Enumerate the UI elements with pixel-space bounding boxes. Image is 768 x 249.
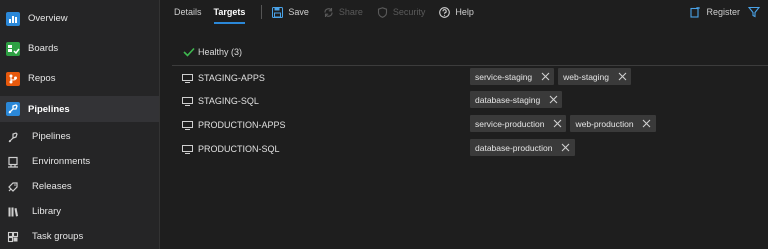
machine-icon (182, 120, 193, 130)
target-name-label: PRODUCTION-SQL (198, 144, 280, 154)
close-icon[interactable] (561, 143, 571, 153)
sidebar-item-library[interactable]: Library (0, 199, 159, 224)
tag-list: service-staging web-staging (470, 68, 635, 85)
target-name: PRODUCTION-SQL (182, 137, 280, 161)
sidebar: Overview Boards Repos Pipelines Pipeline… (0, 0, 160, 249)
tag: web-production (570, 115, 656, 132)
save-button[interactable]: Save (272, 6, 309, 18)
tag-list: database-staging (470, 91, 566, 108)
sidebar-item-label: Task groups (32, 231, 84, 242)
sidebar-item-releases[interactable]: Releases (0, 174, 159, 199)
table-row[interactable]: STAGING-SQL database-staging (172, 89, 768, 113)
table-row[interactable]: PRODUCTION-APPS service-production web-p… (172, 113, 768, 137)
toolbar: Details Targets Save Share Security Help… (160, 0, 768, 24)
close-icon[interactable] (548, 95, 558, 105)
target-name: STAGING-SQL (182, 89, 259, 113)
tag-list: service-production web-production (470, 115, 660, 132)
save-label: Save (288, 7, 309, 17)
filter-icon[interactable] (748, 6, 760, 18)
releases-icon (7, 181, 19, 193)
group-label: Healthy (3) (198, 47, 243, 57)
tab-targets[interactable]: Targets (213, 0, 245, 24)
sidebar-item-label: Pipelines (28, 103, 70, 115)
toolbar-right: Register (690, 0, 760, 24)
machine-icon (182, 96, 193, 106)
sidebar-item-pipelines[interactable]: Pipelines (0, 96, 159, 122)
share-label: Share (338, 7, 363, 17)
sidebar-item-label: Overview (28, 13, 68, 24)
tag-label: service-production (475, 118, 545, 129)
tag-label: database-staging (475, 94, 541, 105)
sidebar-item-boards[interactable]: Boards (0, 36, 159, 61)
pipelines-sub-icon (7, 131, 19, 143)
security-button[interactable]: Security (377, 6, 426, 18)
sidebar-item-label: Releases (32, 181, 72, 192)
close-icon[interactable] (552, 119, 562, 129)
tag-label: web-production (575, 118, 634, 129)
register-icon (690, 6, 701, 18)
register-button[interactable]: Register (690, 6, 740, 18)
target-name-label: STAGING-APPS (198, 73, 265, 83)
tag-label: web-staging (563, 71, 610, 82)
tag-list: database-production (470, 139, 579, 156)
check-icon (183, 47, 195, 57)
shield-icon (377, 6, 388, 18)
environments-icon (7, 156, 19, 168)
sidebar-item-label: Environments (32, 156, 91, 167)
sidebar-item-label: Repos (28, 73, 56, 84)
sidebar-item-label: Library (32, 206, 62, 217)
tag-label: service-staging (475, 71, 533, 82)
tag: web-staging (558, 68, 632, 85)
machine-icon (182, 73, 193, 83)
boards-icon (5, 41, 21, 57)
group-header-healthy[interactable]: Healthy (3) (183, 47, 242, 57)
table-row[interactable]: PRODUCTION-SQL database-production (172, 137, 768, 161)
tag: database-production (470, 139, 575, 156)
pipelines-icon (5, 101, 21, 117)
table-row[interactable]: STAGING-APPS service-staging web-staging (172, 66, 768, 90)
target-name: STAGING-APPS (182, 66, 265, 90)
sidebar-item-overview[interactable]: Overview (0, 6, 159, 31)
tab-details[interactable]: Details (174, 0, 202, 24)
target-name-label: STAGING-SQL (198, 96, 259, 106)
help-button[interactable]: Help (439, 6, 474, 18)
save-icon (272, 6, 284, 18)
close-icon[interactable] (642, 119, 652, 129)
sidebar-item-label: Boards (28, 43, 59, 54)
tag: database-staging (470, 91, 563, 108)
tag-label: database-production (475, 142, 553, 153)
task-groups-icon (7, 231, 19, 243)
target-name: PRODUCTION-APPS (182, 113, 286, 137)
tag: service-production (470, 115, 567, 132)
sidebar-item-repos[interactable]: Repos (0, 66, 159, 91)
sidebar-item-label: Pipelines (32, 131, 71, 142)
sidebar-item-environments[interactable]: Environments (0, 149, 159, 174)
repos-icon (5, 71, 21, 87)
sidebar-item-pipelines-sub[interactable]: Pipelines (0, 124, 159, 149)
main-content: Details Targets Save Share Security Help… (160, 0, 768, 249)
register-label: Register (706, 7, 740, 17)
machine-icon (182, 144, 193, 154)
sidebar-item-task-groups[interactable]: Task groups (0, 224, 159, 249)
share-icon (323, 7, 334, 18)
tag: service-staging (470, 68, 555, 85)
toolbar-divider (261, 5, 263, 19)
security-label: Security (392, 7, 426, 17)
share-button[interactable]: Share (323, 7, 363, 18)
app: Overview Boards Repos Pipelines Pipeline… (0, 0, 768, 249)
target-name-label: PRODUCTION-APPS (198, 120, 286, 130)
overview-icon (5, 11, 21, 27)
close-icon[interactable] (617, 72, 627, 82)
help-icon (439, 6, 451, 18)
close-icon[interactable] (540, 72, 550, 82)
library-icon (7, 206, 19, 218)
help-label: Help (455, 7, 474, 17)
